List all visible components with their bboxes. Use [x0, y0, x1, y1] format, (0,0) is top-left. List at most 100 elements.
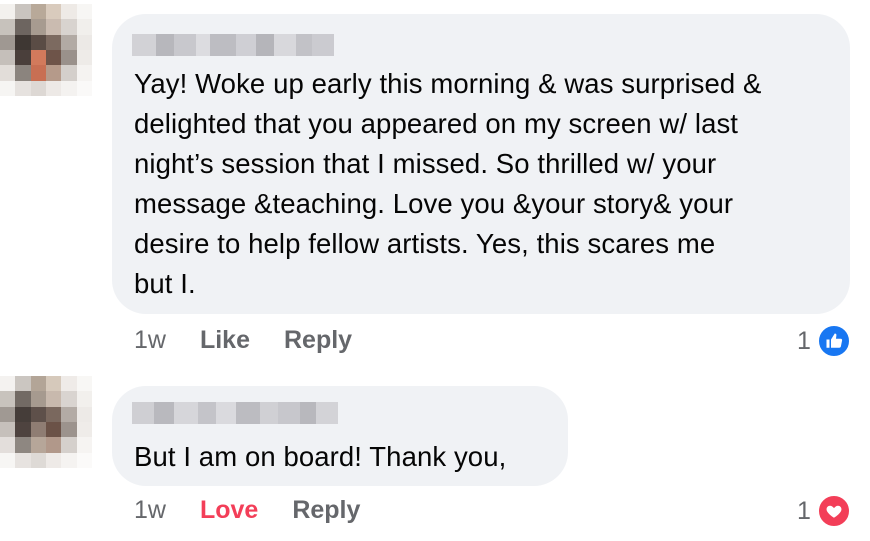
comment-line: but I.: [134, 268, 196, 299]
avatar-pixel: [45, 19, 62, 35]
avatar-pixel: [45, 4, 62, 20]
name-pixel: [132, 402, 154, 424]
like-icon: [816, 324, 851, 358]
name-pixel: [154, 402, 174, 424]
comment-line: Yay! Woke up early this morning & was su…: [134, 68, 762, 99]
avatar-pixel: [30, 65, 46, 81]
name-pixel: [260, 402, 278, 424]
avatar-pixel: [30, 391, 46, 407]
name-pixel: [236, 34, 256, 56]
love-button[interactable]: Love: [200, 496, 258, 525]
avatar[interactable]: [0, 4, 92, 96]
avatar-pixel: [0, 406, 16, 422]
name-pixel: [156, 34, 174, 56]
avatar-pixel: [61, 406, 77, 422]
avatar-pixel: [76, 437, 92, 453]
timestamp[interactable]: 1w: [134, 496, 166, 525]
like-button[interactable]: Like: [200, 326, 250, 355]
avatar-pixel: [30, 437, 46, 453]
avatar-pixel: [61, 65, 77, 81]
comment-actions: 1w Love Reply: [134, 496, 360, 525]
avatar-pixel: [45, 80, 62, 96]
avatar-pixel: [61, 437, 77, 453]
avatar-pixel: [0, 49, 16, 66]
heart-icon: [816, 494, 851, 528]
reaction-count: 1: [797, 326, 811, 355]
avatar-pixel: [45, 452, 62, 468]
reply-button[interactable]: Reply: [284, 326, 352, 355]
avatar-pixel: [0, 391, 16, 407]
avatar-pixel: [76, 4, 92, 20]
name-pixel: [196, 34, 210, 56]
avatar-pixel: [45, 437, 62, 453]
avatar-pixel: [45, 34, 62, 50]
avatar-pixel: [30, 421, 46, 438]
comment-line: message &teaching. Love you &your story&…: [134, 188, 734, 219]
name-pixel: [216, 402, 236, 424]
name-pixel: [174, 402, 198, 424]
name-pixel: [312, 34, 334, 56]
avatar-pixel: [0, 34, 16, 50]
avatar-pixel: [15, 80, 31, 96]
avatar-pixel: [76, 452, 92, 468]
name-pixel: [198, 402, 216, 424]
avatar-pixel: [15, 4, 31, 20]
comment-line: night’s session that I missed. So thrill…: [134, 148, 717, 179]
avatar-pixel: [15, 406, 31, 422]
avatar-pixel: [61, 34, 77, 50]
avatar-pixel: [15, 19, 31, 35]
avatar-pixel: [45, 65, 62, 81]
avatar-pixel: [76, 391, 92, 407]
name-pixel: [256, 34, 274, 56]
avatar-pixel: [30, 376, 46, 392]
avatar-pixel: [15, 65, 31, 81]
name-pixel: [274, 34, 296, 56]
avatar-pixel: [30, 406, 46, 422]
avatar-pixel: [61, 452, 77, 468]
avatar-pixel: [76, 421, 92, 438]
avatar-pixel: [0, 4, 16, 20]
avatar-pixel: [30, 19, 46, 35]
avatar-pixel: [76, 34, 92, 50]
avatar-pixel: [61, 421, 77, 438]
avatar-pixel: [45, 391, 62, 407]
comment-line: desire to help fellow artists. Yes, this…: [134, 228, 716, 259]
avatar-pixel: [15, 49, 31, 66]
avatar-pixel: [76, 406, 92, 422]
avatar-pixel: [0, 80, 16, 96]
comment-line: But I am on board! Thank you,: [134, 441, 507, 472]
name-pixel: [296, 34, 312, 56]
avatar-pixel: [76, 19, 92, 35]
timestamp[interactable]: 1w: [134, 326, 166, 355]
commenter-name-blurred[interactable]: [132, 402, 338, 424]
name-pixel: [236, 402, 260, 424]
avatar-pixel: [0, 452, 16, 468]
avatar-pixel: [0, 19, 16, 35]
avatar[interactable]: [0, 376, 92, 468]
avatar-pixel: [76, 49, 92, 66]
reaction-count: 1: [797, 496, 811, 525]
avatar-pixel: [0, 376, 16, 392]
avatar-pixel: [0, 421, 16, 438]
avatar-pixel: [15, 452, 31, 468]
comment-text: But I am on board! Thank you,: [134, 437, 506, 477]
comment-line: delighted that you appeared on my screen…: [134, 108, 739, 139]
reply-button[interactable]: Reply: [292, 496, 360, 525]
comment-text: Yay! Woke up early this morning & was su…: [134, 64, 761, 304]
avatar-pixel: [30, 452, 46, 468]
avatar-pixel: [15, 34, 31, 50]
avatar-pixel: [45, 406, 62, 422]
avatar-pixel: [0, 437, 16, 453]
avatar-pixel: [76, 65, 92, 81]
name-pixel: [174, 34, 196, 56]
reaction-summary[interactable]: 1: [797, 324, 851, 358]
avatar-pixel: [30, 34, 46, 50]
commenter-name-blurred[interactable]: [132, 34, 334, 56]
avatar-pixel: [45, 376, 62, 392]
avatar-pixel: [61, 391, 77, 407]
avatar-pixel: [61, 49, 77, 66]
avatar-pixel: [30, 80, 46, 96]
avatar-pixel: [15, 421, 31, 438]
reaction-summary[interactable]: 1: [797, 494, 851, 528]
name-pixel: [210, 34, 236, 56]
